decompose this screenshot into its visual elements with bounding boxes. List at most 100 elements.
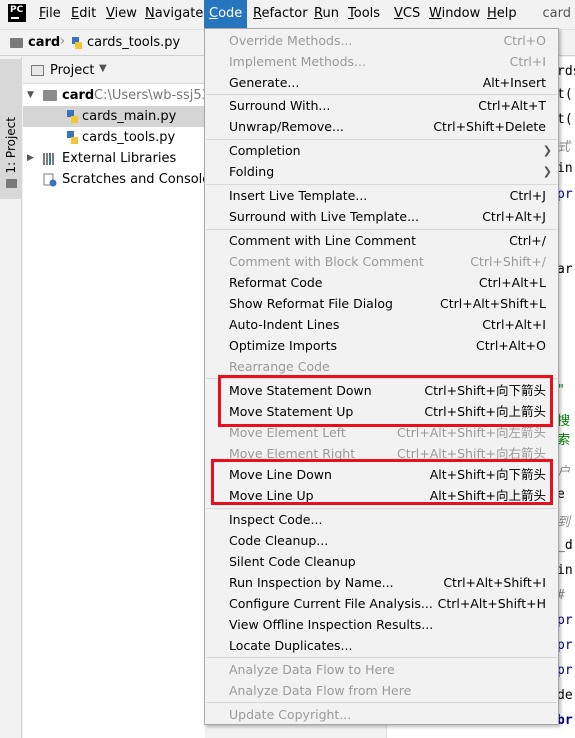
menu-item-shortcut: Ctrl+Alt+O xyxy=(476,338,546,353)
project-panel: Project ▼ ▼ card C:\Users\wb-ssj536 card… xyxy=(23,57,205,738)
folder-icon xyxy=(6,179,17,188)
menu-item-label: Generate... xyxy=(229,75,300,90)
menu-item-comment-line[interactable]: Comment with Line Comment Ctrl+/ xyxy=(205,230,558,251)
menu-item-show-reformat-dialog[interactable]: Show Reformat File Dialog Ctrl+Alt+Shift… xyxy=(205,293,558,314)
menu-item-move-statement-down[interactable]: Move Statement Down Ctrl+Shift+向下箭头 xyxy=(205,380,558,401)
menu-item-optimize-imports[interactable]: Optimize Imports Ctrl+Alt+O xyxy=(205,335,558,356)
menu-item-comment-block[interactable]: Comment with Block Comment Ctrl+Shift+/ xyxy=(205,251,558,272)
project-panel-title[interactable]: Project xyxy=(50,63,94,78)
menu-separator xyxy=(206,378,557,379)
menu-separator xyxy=(206,657,557,658)
menu-refactor[interactable]: Refactor xyxy=(248,0,313,29)
menu-item-label: Auto-Indent Lines xyxy=(229,317,340,332)
menu-item-move-statement-up[interactable]: Move Statement Up Ctrl+Shift+向上箭头 xyxy=(205,401,558,422)
library-icon xyxy=(43,153,54,165)
tree-item-label: Scratches and Consoles xyxy=(62,172,205,187)
menu-edit[interactable]: Edit xyxy=(66,0,101,29)
menu-item-shortcut: Ctrl+Shift+Delete xyxy=(433,119,546,134)
breadcrumb-file[interactable]: cards_tools.py xyxy=(87,35,180,50)
project-tool-tab[interactable]: 1: Project xyxy=(0,59,22,199)
menu-file[interactable]: File xyxy=(34,0,66,29)
menu-item-generate[interactable]: Generate... Alt+Insert xyxy=(205,72,558,93)
menu-item-label: Insert Live Template... xyxy=(229,188,368,203)
menu-help[interactable]: Help xyxy=(482,0,522,29)
menu-item-shortcut: Ctrl+Alt+I xyxy=(482,317,546,332)
menu-item-label: Configure Current File Analysis... xyxy=(229,596,433,611)
menu-item-label: Surround With... xyxy=(229,98,331,113)
tree-item-card[interactable]: ▼ card C:\Users\wb-ssj536 xyxy=(23,85,205,106)
tree-item-path: C:\Users\wb-ssj536 xyxy=(94,88,205,103)
menu-item-label: Analyze Data Flow from Here xyxy=(229,683,412,698)
code-fragment: ar xyxy=(557,262,573,277)
menu-item-data-flow-to-here[interactable]: Analyze Data Flow to Here xyxy=(205,659,558,680)
menu-item-move-line-up[interactable]: Move Line Up Alt+Shift+向上箭头 xyxy=(205,485,558,506)
menu-item-shortcut: Ctrl+Alt+L xyxy=(478,275,546,290)
menu-item-offline-inspection[interactable]: View Offline Inspection Results... xyxy=(205,614,558,635)
menu-item-data-flow-from-here[interactable]: Analyze Data Flow from Here xyxy=(205,680,558,701)
menu-item-shortcut: Ctrl+Shift+向上箭头 xyxy=(424,404,546,419)
menu-item-completion[interactable]: Completion ❯ xyxy=(205,140,558,161)
caret-down-icon[interactable]: ▼ xyxy=(99,63,107,74)
tree-item-label: cards_main.py xyxy=(82,109,177,124)
breadcrumb-project[interactable]: card xyxy=(28,35,60,50)
menu-item-label: Comment with Line Comment xyxy=(229,233,416,248)
menu-item-inspect-code[interactable]: Inspect Code... xyxy=(205,509,558,530)
expand-arrow-icon[interactable]: ▶ xyxy=(27,148,34,169)
menu-code[interactable]: Code xyxy=(204,0,248,29)
menu-item-move-line-down[interactable]: Move Line Down Alt+Shift+向下箭头 xyxy=(205,464,558,485)
menu-item-shortcut: Ctrl+Shift+向下箭头 xyxy=(424,383,546,398)
menu-item-shortcut: Ctrl+Alt+Shift+L xyxy=(440,296,546,311)
menu-navigate[interactable]: Navigate xyxy=(140,0,208,29)
folder-icon xyxy=(10,38,23,48)
menu-item-code-cleanup[interactable]: Code Cleanup... xyxy=(205,530,558,551)
expand-arrow-icon[interactable]: ▼ xyxy=(27,85,34,106)
menu-item-surround-live-template[interactable]: Surround with Live Template... Ctrl+Alt+… xyxy=(205,206,558,227)
tree-item-label: card xyxy=(62,88,95,103)
code-fragment: in xyxy=(557,563,573,578)
menu-item-unwrap-remove[interactable]: Unwrap/Remove... Ctrl+Shift+Delete xyxy=(205,116,558,137)
chevron-right-icon: ❯ xyxy=(542,144,552,157)
menu-item-label: Code Cleanup... xyxy=(229,533,329,548)
menu-item-update-copyright[interactable]: Update Copyright... xyxy=(205,704,558,725)
menu-item-shortcut: Ctrl+Alt+Shift+向左箭头 xyxy=(397,425,546,440)
menu-separator xyxy=(206,702,557,703)
menu-item-locate-duplicates[interactable]: Locate Duplicates... xyxy=(205,635,558,656)
menu-item-silent-cleanup[interactable]: Silent Code Cleanup xyxy=(205,551,558,572)
menu-item-run-inspection[interactable]: Run Inspection by Name... Ctrl+Alt+Shift… xyxy=(205,572,558,593)
menu-vcs[interactable]: VCS xyxy=(389,0,425,29)
menu-item-rearrange-code[interactable]: Rearrange Code xyxy=(205,356,558,377)
code-fragment: in xyxy=(557,161,573,176)
menu-run[interactable]: Run xyxy=(309,0,344,29)
tree-item-label: External Libraries xyxy=(62,151,177,166)
tree-item-cards-tools[interactable]: cards_tools.py xyxy=(23,127,205,148)
menu-item-shortcut: Ctrl+Alt+J xyxy=(482,209,546,224)
menu-item-auto-indent[interactable]: Auto-Indent Lines Ctrl+Alt+I xyxy=(205,314,558,335)
window-title: card xyxy=(542,6,571,21)
menu-item-reformat-code[interactable]: Reformat Code Ctrl+Alt+L xyxy=(205,272,558,293)
chevron-right-icon: › xyxy=(60,34,66,49)
menu-item-label: Move Line Down xyxy=(229,467,332,482)
tree-item-scratches[interactable]: Scratches and Consoles xyxy=(23,169,205,190)
menu-item-move-element-right[interactable]: Move Element Right Ctrl+Alt+Shift+向右箭头 xyxy=(205,443,558,464)
menu-item-label: Move Statement Up xyxy=(229,404,354,419)
menu-view[interactable]: View xyxy=(101,0,142,29)
menu-item-folding[interactable]: Folding ❯ xyxy=(205,161,558,182)
menu-tools[interactable]: Tools xyxy=(343,0,385,29)
menu-item-move-element-left[interactable]: Move Element Left Ctrl+Alt+Shift+向左箭头 xyxy=(205,422,558,443)
menu-item-implement-methods[interactable]: Implement Methods... Ctrl+I xyxy=(205,51,558,72)
project-view-icon xyxy=(31,65,44,76)
code-fragment: pr xyxy=(557,613,573,628)
chevron-right-icon: ❯ xyxy=(542,165,552,178)
folder-icon xyxy=(43,90,57,101)
menu-item-surround-with[interactable]: Surround With... Ctrl+Alt+T xyxy=(205,95,558,116)
menu-item-override-methods[interactable]: Override Methods... Ctrl+O xyxy=(205,30,558,51)
menu-item-label: Silent Code Cleanup xyxy=(229,554,356,569)
menu-item-insert-live-template[interactable]: Insert Live Template... Ctrl+J xyxy=(205,185,558,206)
menu-item-label: Optimize Imports xyxy=(229,338,338,353)
menu-item-configure-analysis[interactable]: Configure Current File Analysis... Ctrl+… xyxy=(205,593,558,614)
menu-item-label: Override Methods... xyxy=(229,33,353,48)
tree-item-external-libraries[interactable]: ▶ External Libraries xyxy=(23,148,205,169)
menu-window[interactable]: Window xyxy=(424,0,485,29)
tree-item-cards-main[interactable]: cards_main.py xyxy=(23,106,205,127)
code-fragment: _d xyxy=(557,538,573,553)
